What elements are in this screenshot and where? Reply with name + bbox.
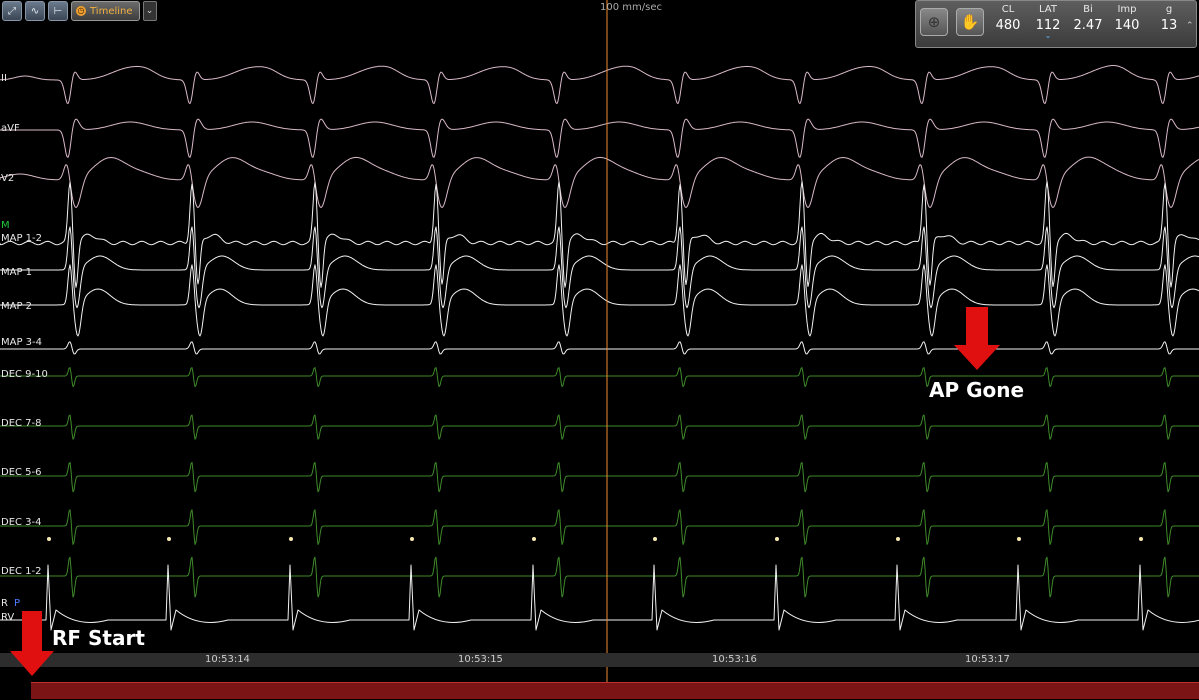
- map-point-button[interactable]: ⊕: [920, 8, 948, 36]
- channel-label-r: R: [1, 598, 8, 609]
- channel-label-dec78: DEC 7-8: [1, 418, 42, 429]
- trace-v2: [0, 156, 1199, 208]
- pacing-marker: [532, 537, 536, 541]
- channel-label-avf: aVF: [1, 123, 20, 134]
- metric-g: g 13: [1149, 4, 1189, 33]
- metric-cl: CL 480: [988, 4, 1028, 33]
- channel-label-map2: MAP 2: [1, 301, 33, 312]
- channel-label-map1: MAP 1: [1, 267, 33, 278]
- pacing-marker: [410, 537, 414, 541]
- trace-map12: [0, 181, 1199, 288]
- sweep-speed: 100 mm/sec: [600, 2, 662, 13]
- pacing-marker: [896, 537, 900, 541]
- metric-key: Imp: [1117, 4, 1137, 15]
- trace-dec-1: [0, 414, 1199, 440]
- waveform-icon: ∿: [30, 5, 40, 17]
- channel-label-dec910: DEC 9-10: [1, 369, 48, 380]
- sweep-button[interactable]: ∿: [25, 1, 45, 21]
- target-icon: ⊕: [927, 13, 941, 31]
- channel-label-ii: II: [1, 73, 7, 84]
- pacing-marker: [1017, 537, 1021, 541]
- caret-down-icon: ⌄: [1044, 31, 1052, 40]
- channel-label-m: M: [1, 220, 10, 231]
- time-tick: 10:53:14: [205, 654, 250, 665]
- pacing-marker: [775, 537, 779, 541]
- metric-lat[interactable]: LAT 112 ⌄: [1028, 4, 1068, 40]
- red-arrow-icon: [954, 307, 1000, 370]
- zoom-fit-button[interactable]: ⤢: [2, 1, 22, 21]
- metric-key: g: [1165, 4, 1173, 15]
- pacing-marker: [1139, 537, 1143, 541]
- chevron-down-icon: ⌄: [145, 6, 154, 16]
- metric-value: 13: [1160, 18, 1178, 33]
- chevron-up-icon[interactable]: ⌃: [1186, 21, 1196, 39]
- time-tick: 10:53:16: [712, 654, 757, 665]
- metric-bi: Bi 2.47: [1068, 4, 1108, 33]
- toolbar: ⤢ ∿ ⊢ ◷ Timeline ⌄: [0, 0, 157, 22]
- annotation-rf-start: RF Start: [52, 626, 145, 650]
- time-tick: 10:53:17: [965, 654, 1010, 665]
- trace-avf: [0, 118, 1199, 158]
- metric-key: LAT: [1039, 4, 1057, 15]
- metric-key: Bi: [1083, 4, 1093, 15]
- pacing-marker: [289, 537, 293, 541]
- trace-map2: [0, 264, 1199, 337]
- pacing-marker: [47, 537, 51, 541]
- metric-imp: Imp 140: [1107, 4, 1147, 33]
- channel-label-dec56: DEC 5-6: [1, 467, 42, 478]
- trace-map34: [0, 341, 1199, 355]
- zoom-icon: ⤢: [8, 5, 16, 17]
- hand-icon: ✋: [960, 13, 980, 31]
- metric-value: 140: [1114, 18, 1140, 33]
- trace-dec-2: [0, 461, 1199, 493]
- pacing-marker: [167, 537, 171, 541]
- timeline-label: Timeline: [90, 5, 133, 17]
- channel-label-map34: MAP 3-4: [1, 337, 43, 348]
- toolbar-dropdown[interactable]: ⌄: [142, 1, 157, 21]
- metric-key: CL: [1001, 4, 1015, 15]
- time-axis[interactable]: 10:53:14 10:53:15 10:53:16 10:53:17: [0, 653, 1199, 667]
- trace-ii: [0, 65, 1199, 105]
- pacing-marker: [653, 537, 657, 541]
- annotation-ap-gone: AP Gone: [929, 378, 1025, 402]
- channel-label-dec34: DEC 3-4: [1, 517, 42, 528]
- red-arrow-icon: [10, 611, 54, 676]
- calipers-button[interactable]: ⊢: [48, 1, 68, 21]
- channel-label-map12: MAP 1-2: [1, 233, 43, 244]
- calipers-icon: ⊢: [53, 5, 63, 17]
- trace-rv: [0, 564, 1199, 631]
- channel-label-v2: V2: [1, 173, 15, 184]
- hand-button[interactable]: ✋: [956, 8, 984, 36]
- timeline-button[interactable]: ◷ Timeline: [71, 1, 140, 21]
- metric-value: 480: [995, 18, 1021, 33]
- channel-label-dec12: DEC 1-2: [1, 566, 42, 577]
- rf-delivery-bar: [31, 682, 1199, 699]
- metric-value: 2.47: [1073, 18, 1103, 33]
- channel-label-p: P: [14, 598, 21, 609]
- measurement-panel: ⊕ ✋ CL 480 LAT 112 ⌄ Bi 2.47 Imp 140 g 1…: [915, 0, 1197, 48]
- ecg-trace-canvas[interactable]: [0, 0, 1199, 700]
- clock-icon: ◷: [76, 6, 86, 16]
- time-tick: 10:53:15: [458, 654, 503, 665]
